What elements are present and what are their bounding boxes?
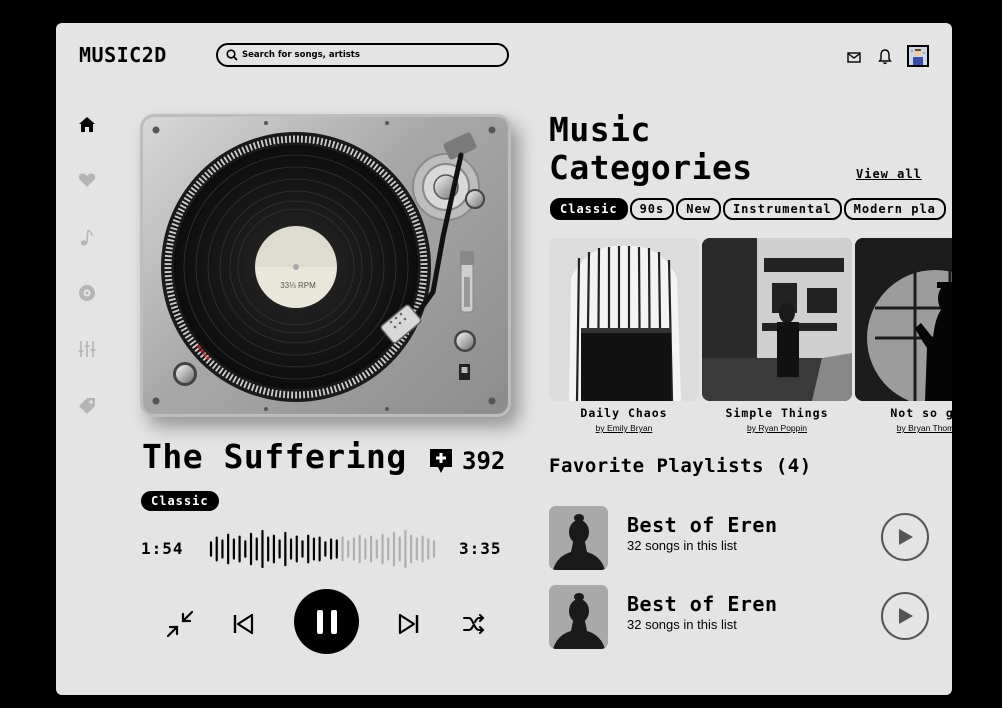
minimize-button[interactable]	[163, 607, 197, 641]
elapsed-time: 1:54	[141, 539, 184, 558]
sidebar-item-favorites[interactable]	[76, 169, 98, 191]
playlist-song-count: 32 songs in this list	[627, 538, 737, 553]
playlist-thumbnail[interactable]	[549, 506, 608, 570]
turntable: 33⅓ RPM	[140, 114, 511, 417]
app-logo: MUSIC2D	[79, 43, 167, 67]
record-label-text: 33⅓ RPM	[280, 281, 316, 290]
view-all-link[interactable]: View all	[856, 167, 922, 181]
sidebar-item-tags[interactable]	[76, 395, 98, 417]
playlist-name: Best of Eren	[627, 592, 778, 616]
playlist-thumbnail[interactable]	[549, 585, 608, 649]
sidebar-item-albums[interactable]	[76, 282, 98, 304]
shuffle-button[interactable]	[457, 607, 491, 641]
music-note-icon	[80, 229, 93, 246]
playlist-portrait-image	[549, 585, 608, 649]
home-icon	[79, 116, 95, 132]
pause-button[interactable]	[294, 589, 359, 654]
total-duration: 3:35	[459, 539, 502, 558]
playlist-song-count: 32 songs in this list	[627, 617, 737, 632]
card-image-silhouette	[855, 238, 952, 401]
shuffle-icon	[463, 614, 485, 634]
mail-icon[interactable]	[844, 47, 864, 67]
category-card-not-so-good[interactable]	[855, 238, 952, 401]
card-author-link[interactable]: by Bryan Thomas	[855, 423, 952, 433]
chip-instrumental[interactable]: Instrumental	[722, 198, 842, 220]
card-title: Not so goo	[890, 406, 952, 420]
equalizer-icon	[78, 341, 96, 357]
categories-heading: Music Categories	[549, 111, 753, 187]
play-playlist-button[interactable]	[881, 592, 929, 640]
previous-button[interactable]	[226, 607, 260, 641]
playlist-portrait-image	[549, 506, 608, 570]
play-icon	[899, 608, 913, 624]
card-author-link[interactable]: by Ryan Poppin	[702, 423, 852, 433]
search-icon	[226, 49, 238, 61]
categories-heading-line2: Categories	[549, 148, 753, 187]
search-bar[interactable]	[216, 43, 509, 67]
card-image-striped-shirt	[549, 238, 699, 401]
card-image-graffiti-street	[702, 238, 852, 401]
add-comment-icon[interactable]	[428, 447, 454, 475]
favorites-heading: Favorite Playlists (4)	[549, 455, 812, 477]
next-button[interactable]	[392, 607, 426, 641]
skip-back-icon	[233, 613, 254, 635]
sidebar-item-music[interactable]	[76, 226, 98, 248]
app-window: MUSIC2D Search for songs, artists 33⅓ RP…	[56, 23, 952, 695]
genre-badge: Classic	[141, 491, 219, 511]
chip-new[interactable]: New	[676, 198, 721, 220]
category-card-daily-chaos[interactable]	[549, 238, 699, 401]
disc-icon	[79, 285, 95, 301]
add-count: 392	[462, 447, 506, 475]
chip-classic[interactable]: Classic	[550, 198, 628, 220]
skip-forward-icon	[398, 613, 419, 635]
avatar[interactable]	[907, 45, 929, 67]
heart-icon	[78, 173, 96, 187]
play-icon	[899, 529, 913, 545]
tag-icon	[79, 398, 95, 414]
play-playlist-button[interactable]	[881, 513, 929, 561]
category-chips: Classic 90s New Instrumental Modern pla	[550, 198, 946, 220]
chip-modern[interactable]: Modern pla	[843, 198, 946, 220]
avatar-pixel-icon	[911, 49, 925, 65]
search-input[interactable]	[242, 50, 482, 60]
category-card-simple-things[interactable]	[702, 238, 852, 401]
minimize-icon	[166, 610, 194, 638]
card-title: Daily Chaos	[580, 406, 668, 420]
sidebar-item-home[interactable]	[76, 113, 98, 135]
song-title: The Suffering	[142, 437, 407, 476]
playlist-name: Best of Eren	[627, 513, 778, 537]
pause-icon	[316, 609, 337, 634]
waveform-progress[interactable]	[209, 530, 436, 568]
chip-90s[interactable]: 90s	[629, 198, 675, 220]
sidebar-item-equalizer[interactable]	[76, 338, 98, 360]
turntable-art	[152, 121, 496, 411]
add-to-playlist[interactable]: 392	[428, 447, 505, 475]
card-title: Simple Things	[725, 406, 829, 420]
categories-heading-line1: Music	[549, 110, 651, 149]
bell-icon[interactable]	[875, 47, 895, 67]
card-author-link[interactable]: by Emily Bryan	[549, 423, 699, 433]
